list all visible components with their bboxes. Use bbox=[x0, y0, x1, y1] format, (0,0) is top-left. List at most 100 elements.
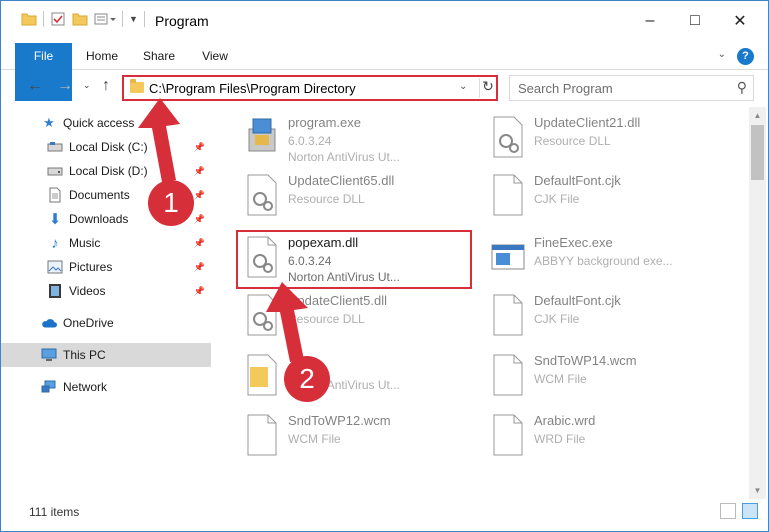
tab-share[interactable]: Share bbox=[135, 43, 183, 70]
file-name: DefaultFont.cjk bbox=[534, 173, 621, 188]
pin-icon[interactable]: 📌 bbox=[194, 286, 205, 297]
nav-item-network[interactable]: Network bbox=[1, 375, 211, 399]
nav-item-label: Downloads bbox=[69, 212, 129, 226]
up-arrow-icon[interactable]: ↑ bbox=[102, 77, 110, 95]
tab-home[interactable]: Home bbox=[79, 43, 125, 70]
pictures-icon bbox=[47, 259, 63, 275]
nav-item-onedrive[interactable]: OneDrive bbox=[1, 311, 211, 335]
address-path[interactable]: C:\Program Files\Program Directory bbox=[149, 81, 356, 96]
folder-icon bbox=[21, 13, 37, 26]
file-type: Resource DLL bbox=[534, 134, 611, 148]
file-name: DefaultFont.cjk bbox=[534, 293, 621, 308]
file-name: program.exe bbox=[288, 115, 361, 130]
nav-item-label: Videos bbox=[69, 284, 106, 298]
explorer-window: ▼ Program – □ ✕ File Home Share View ⌄ ?… bbox=[0, 0, 769, 532]
nav-item-music[interactable]: ♪ Music 📌 bbox=[1, 231, 211, 255]
file-item[interactable]: SndToWP14.wcm WCM File bbox=[482, 349, 712, 407]
file-name: UpdateClient21.dll bbox=[534, 115, 641, 130]
chevron-down-icon[interactable]: ▼ bbox=[129, 14, 138, 24]
nav-item-label: Pictures bbox=[69, 260, 113, 274]
nav-item-quick-access[interactable]: ★ Quick access bbox=[1, 111, 211, 135]
nav-item-this-pc[interactable]: This PC bbox=[1, 343, 211, 367]
item-count: 111 items bbox=[29, 505, 80, 519]
divider bbox=[43, 11, 44, 27]
blank-file-icon bbox=[493, 294, 523, 336]
network-icon bbox=[41, 379, 57, 395]
pin-icon[interactable]: 📌 bbox=[194, 238, 205, 249]
installer-icon bbox=[248, 118, 276, 152]
download-icon: ⬇ bbox=[48, 211, 62, 228]
pin-icon[interactable]: 📌 bbox=[194, 214, 205, 225]
dll-icon bbox=[493, 116, 523, 158]
help-icon[interactable]: ? bbox=[737, 48, 754, 65]
file-item[interactable]: Norton AntiVirus Ut... bbox=[236, 349, 466, 407]
file-item[interactable]: DefaultFont.cjk CJK File bbox=[482, 169, 712, 227]
maximize-button[interactable]: □ bbox=[673, 1, 717, 41]
status-bar: 111 items bbox=[1, 501, 768, 531]
file-description: Norton AntiVirus Ut... bbox=[288, 150, 400, 164]
back-arrow-icon[interactable]: ← bbox=[27, 77, 43, 95]
nav-item-label: Documents bbox=[69, 188, 130, 202]
file-item[interactable]: SndToWP12.wcm WCM File bbox=[236, 409, 466, 467]
file-type: CJK File bbox=[534, 312, 580, 326]
new-folder-icon[interactable] bbox=[72, 12, 88, 26]
nav-item-local-disk-d[interactable]: Local Disk (D:) 📌 bbox=[1, 159, 211, 183]
search-icon[interactable]: ⚲ bbox=[737, 79, 747, 96]
title-bar: ▼ Program – □ ✕ bbox=[1, 1, 768, 41]
file-item[interactable]: UpdateClient65.dll Resource DLL bbox=[236, 169, 466, 227]
close-button[interactable]: ✕ bbox=[718, 1, 762, 41]
chevron-down-icon[interactable]: ⌄ bbox=[459, 81, 467, 92]
properties-icon[interactable] bbox=[50, 11, 66, 27]
blank-file-icon bbox=[493, 354, 523, 396]
nav-item-videos[interactable]: Videos 📌 bbox=[1, 279, 211, 303]
vertical-scrollbar[interactable]: ▲ ▼ bbox=[749, 107, 766, 499]
address-bar[interactable]: C:\Program Files\Program Directory ⌄ ↻ bbox=[122, 75, 498, 101]
tab-view[interactable]: View bbox=[193, 43, 237, 70]
file-item[interactable]: DefaultFont.cjk CJK File bbox=[482, 289, 712, 347]
music-icon: ♪ bbox=[51, 234, 59, 252]
customize-toolbar-icon[interactable] bbox=[94, 12, 116, 26]
file-list: program.exe 6.0.3.24 Norton AntiVirus Ut… bbox=[214, 107, 749, 499]
file-item[interactable]: program.exe 6.0.3.24 Norton AntiVirus Ut… bbox=[236, 111, 466, 169]
nav-item-label: Local Disk (D:) bbox=[69, 164, 148, 178]
file-item[interactable]: UpdateClient5.dll Resource DLL bbox=[236, 289, 466, 347]
navigation-pane: ★ Quick access Local Disk (C:) 📌 Local D… bbox=[1, 107, 213, 499]
nav-item-label: Network bbox=[63, 380, 108, 394]
pin-icon[interactable]: 📌 bbox=[194, 190, 205, 201]
blank-file-icon bbox=[493, 174, 523, 216]
address-row: ← → ⌄ ↑ C:\Program Files\Program Directo… bbox=[1, 71, 768, 103]
nav-item-label: OneDrive bbox=[63, 316, 114, 330]
search-input[interactable] bbox=[518, 77, 728, 99]
refresh-icon[interactable]: ↻ bbox=[479, 78, 496, 98]
tiles-view-icon[interactable] bbox=[742, 503, 758, 519]
nav-item-pictures[interactable]: Pictures 📌 bbox=[1, 255, 211, 279]
details-view-icon[interactable] bbox=[720, 503, 736, 519]
minimize-button[interactable]: – bbox=[628, 1, 672, 41]
drive-icon bbox=[47, 163, 63, 179]
nav-item-local-disk-c[interactable]: Local Disk (C:) 📌 bbox=[1, 135, 211, 159]
file-item[interactable]: UpdateClient21.dll Resource DLL bbox=[482, 111, 712, 169]
file-name: SndToWP12.wcm bbox=[288, 413, 391, 428]
file-item[interactable]: FineExec.exe ABBYY background exe... bbox=[482, 231, 712, 289]
pin-icon[interactable]: 📌 bbox=[194, 166, 205, 177]
scroll-up-icon[interactable]: ▲ bbox=[749, 107, 766, 124]
pin-icon[interactable]: 📌 bbox=[194, 262, 205, 273]
search-box[interactable]: ⚲ bbox=[509, 75, 754, 101]
file-name: SndToWP14.wcm bbox=[534, 353, 637, 368]
pin-icon[interactable]: 📌 bbox=[194, 142, 205, 153]
forward-arrow-icon[interactable]: → bbox=[57, 77, 73, 95]
file-item[interactable]: Arabic.wrd WRD File bbox=[482, 409, 712, 467]
ribbon-tabs: File Home Share View ⌄ ? bbox=[1, 43, 768, 101]
file-type: CJK File bbox=[534, 192, 580, 206]
callout-number-1: 1 bbox=[148, 180, 194, 226]
scroll-thumb[interactable] bbox=[751, 125, 764, 180]
file-type: WCM File bbox=[534, 372, 587, 386]
recent-locations-chevron-icon[interactable]: ⌄ bbox=[83, 80, 91, 91]
view-switcher bbox=[720, 503, 758, 519]
file-type: Resource DLL bbox=[288, 312, 365, 326]
file-name: UpdateClient5.dll bbox=[288, 293, 388, 308]
nav-item-label: Music bbox=[69, 236, 101, 250]
chevron-down-icon[interactable]: ⌄ bbox=[718, 49, 726, 60]
folder-file-icon bbox=[247, 354, 277, 396]
scroll-down-icon[interactable]: ▼ bbox=[749, 482, 766, 499]
